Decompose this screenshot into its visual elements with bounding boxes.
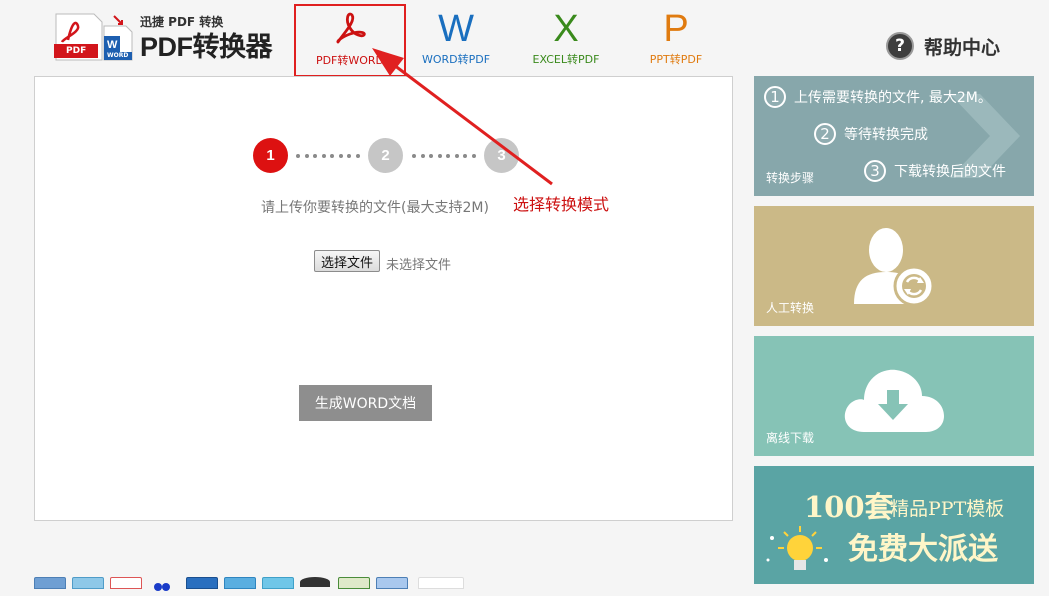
conversion-steps-card: 1 上传需要转换的文件, 最大2M。 2 等待转换完成 3 下载转换后的文件 转… <box>754 76 1034 196</box>
logo-word-badge: WORD <box>107 52 128 59</box>
annotation-arrow-icon <box>360 40 560 190</box>
step-item: 2 等待转换完成 <box>814 123 928 145</box>
generate-word-button[interactable]: 生成WORD文档 <box>299 385 432 421</box>
logo-title: PDF转换器 <box>140 25 272 64</box>
step-number: 1 <box>764 86 786 108</box>
bottom-app-icon[interactable] <box>110 577 142 589</box>
svg-text:W: W <box>107 39 118 51</box>
promo-line-1: 精品PPT模板 <box>890 494 1004 521</box>
file-status: 未选择文件 <box>386 254 451 273</box>
logo-pdf-badge: PDF <box>66 46 86 56</box>
ppt-template-promo-card[interactable]: 100套 精品PPT模板 免费大派送 <box>754 466 1034 584</box>
tab-ppt-to-pdf[interactable]: P PPT转PDF <box>621 6 731 74</box>
offline-download-card[interactable]: 离线下载 <box>754 336 1034 456</box>
tab-label: PPT转PDF <box>621 51 731 67</box>
person-refresh-icon <box>850 224 940 310</box>
bottom-app-icon[interactable] <box>376 577 408 589</box>
help-center-link[interactable]: ? 帮助中心 <box>886 31 1000 61</box>
cloud-download-icon <box>842 358 946 436</box>
step-text: 等待转换完成 <box>844 124 928 144</box>
step-1-indicator: 1 <box>253 138 288 173</box>
bottom-app-icon[interactable] <box>34 577 66 589</box>
card-label: 离线下载 <box>766 429 814 446</box>
step-text: 下载转换后的文件 <box>894 161 1006 181</box>
upload-hint: 请上传你要转换的文件(最大支持2M) <box>261 197 489 217</box>
card-label: 人工转换 <box>766 299 814 316</box>
step-text: 上传需要转换的文件, 最大2M。 <box>794 87 992 107</box>
help-icon: ? <box>886 32 914 60</box>
bottom-app-icon[interactable] <box>72 577 104 589</box>
step-connector <box>296 154 360 158</box>
bottom-app-icon[interactable] <box>152 577 174 587</box>
help-label: 帮助中心 <box>924 33 1000 60</box>
lightbulb-icon <box>764 520 834 584</box>
ppt-p-icon: P <box>663 10 688 48</box>
bottom-app-icon[interactable] <box>262 577 294 589</box>
manual-conversion-card[interactable]: 人工转换 <box>754 206 1034 326</box>
card-label: 转换步骤 <box>766 169 814 186</box>
promo-line-2: 免费大派送 <box>848 524 998 568</box>
step-number: 2 <box>814 123 836 145</box>
step-number: 3 <box>864 160 886 182</box>
app-logo: W PDF WORD 迅捷 PDF 转换 PDF转换器 <box>54 10 274 66</box>
bottom-app-icon[interactable] <box>418 577 464 589</box>
choose-file-button[interactable]: 选择文件 <box>314 250 380 272</box>
bottom-app-icon[interactable] <box>338 577 370 589</box>
annotation-text: 选择转换模式 <box>513 191 609 215</box>
step-item: 1 上传需要转换的文件, 最大2M。 <box>764 86 992 108</box>
bottom-app-icon[interactable] <box>224 577 256 589</box>
bottom-app-icon[interactable] <box>300 577 330 587</box>
step-item: 3 下载转换后的文件 <box>864 160 1006 182</box>
bottom-app-icon[interactable] <box>186 577 218 589</box>
